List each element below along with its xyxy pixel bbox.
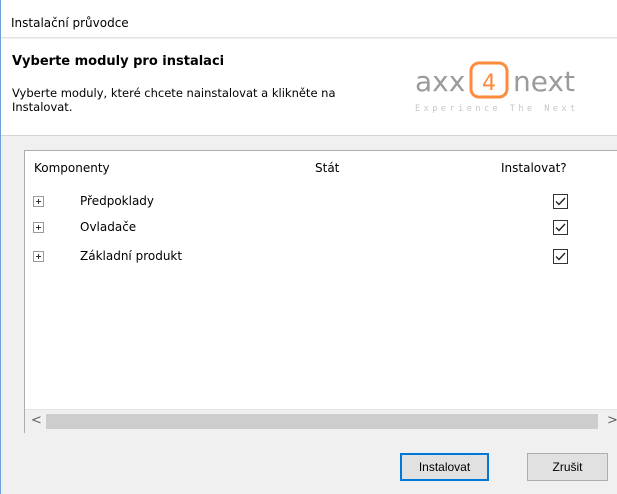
logo-brand-left: axx [415,65,465,98]
column-header-state[interactable]: Stát [315,161,339,175]
horizontal-scrollbar[interactable]: < > [25,409,617,433]
install-checkbox[interactable] [553,220,568,235]
window-title: Instalační průvodce [11,16,129,30]
installer-window: Instalační průvodce Vyberte moduly pro i… [0,0,617,494]
scrollbar-thumb[interactable] [46,414,598,429]
header-separator [1,135,617,136]
check-icon [555,223,566,232]
row-label: Ovladače [80,220,137,234]
expand-icon[interactable] [33,222,44,233]
column-header-install[interactable]: Instalovat? [501,161,567,175]
table-row[interactable]: Předpoklady [25,192,617,216]
table-row[interactable]: Ovladače [25,218,617,242]
check-icon [555,252,566,261]
expand-icon[interactable] [33,196,44,207]
logo-brand-right: next [513,65,575,98]
cancel-button[interactable]: Zrušit [527,453,608,481]
row-label: Předpoklady [80,194,155,208]
logo-tagline: Experience The Next [415,104,579,114]
expand-icon[interactable] [33,251,44,262]
check-icon [555,197,566,206]
scroll-left-icon[interactable]: < [31,413,42,428]
row-label: Základní produkt [80,249,183,263]
scroll-right-icon[interactable]: > [607,413,617,428]
table-row[interactable]: Základní produkt [25,247,617,271]
axxon-next-logo: axx 4 next Experience The Next [415,61,579,114]
install-checkbox[interactable] [553,194,568,209]
title-bar: Instalační průvodce [1,0,617,38]
column-header-components[interactable]: Komponenty [34,161,110,175]
header-area: Vyberte moduly pro instalaci Vyberte mod… [1,39,617,135]
page-description: Vyberte moduly, které chcete nainstalova… [12,86,336,114]
page-title: Vyberte moduly pro instalaci [12,54,225,69]
install-button[interactable]: Instalovat [400,453,489,481]
components-table: Komponenty Stát Instalovat? Předpoklady … [24,150,617,433]
install-checkbox[interactable] [553,249,568,264]
logo-digit: 4 [482,71,496,96]
